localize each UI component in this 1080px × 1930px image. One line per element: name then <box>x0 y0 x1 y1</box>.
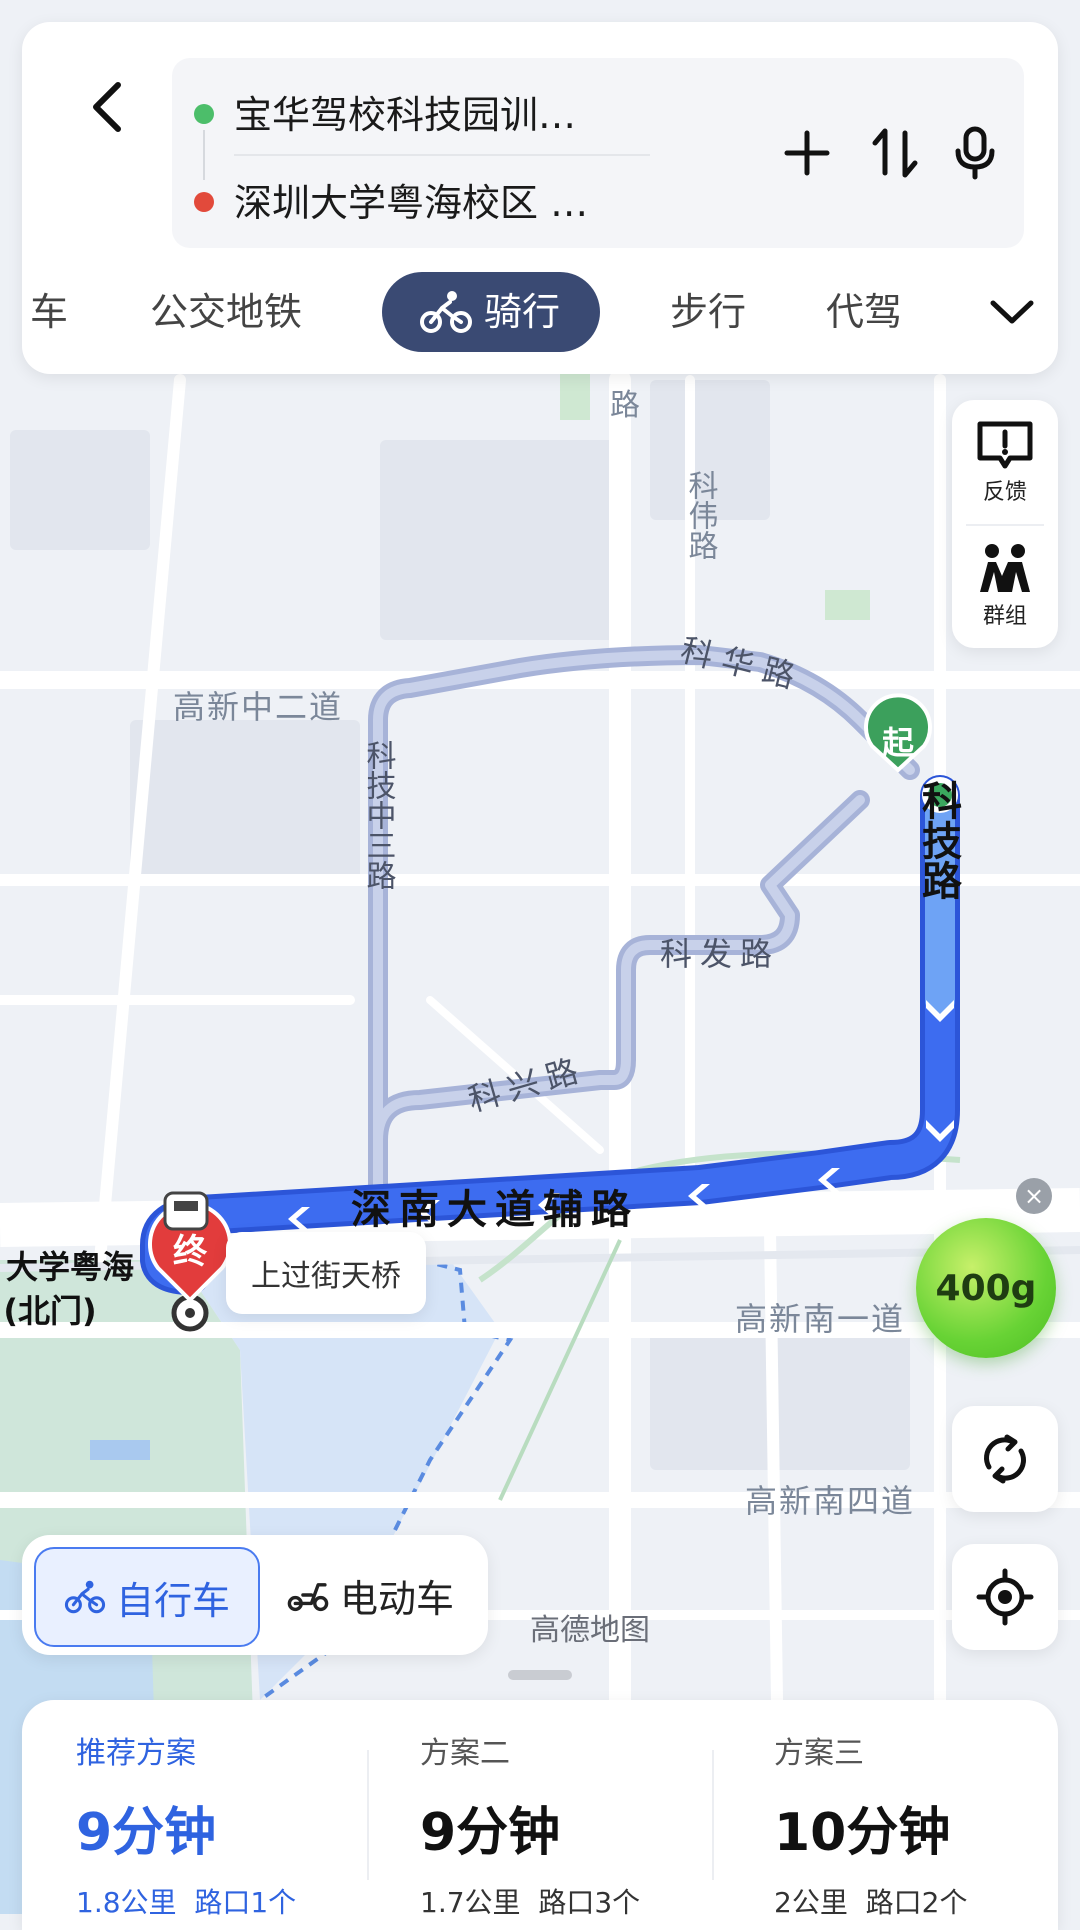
feedback-label: 反馈 <box>982 480 1027 505</box>
group-button[interactable]: 群组 <box>952 524 1058 648</box>
travel-mode-tabs: 车 公交地铁 骑行 步行 代驾 <box>22 272 1058 352</box>
plan-crossings: 路口1个 <box>194 1886 297 1919</box>
tab-walk[interactable]: 步行 <box>670 272 746 352</box>
tip-text: 上过街天桥 <box>251 1259 401 1294</box>
road-label-keweilu: 科伟路 <box>683 470 719 560</box>
end-place-label: 大学粤海 <box>6 1248 134 1286</box>
plan-divider <box>712 1750 714 1880</box>
carbon-close-button[interactable]: × <box>1016 1178 1052 1214</box>
bus-stop-icon <box>163 1191 209 1231</box>
voice-button[interactable] <box>940 118 1010 188</box>
road-label-kejizhongsan: 科技中三路 <box>361 740 397 890</box>
mic-icon <box>955 126 995 180</box>
swap-icon <box>872 128 918 178</box>
ebike-option[interactable]: 电动车 <box>286 1547 454 1643</box>
plan-info: 1.8公里 路口1个 <box>76 1881 406 1921</box>
carbon-value: 400g <box>935 1267 1037 1309</box>
end-place-gate: (北门) <box>3 1292 96 1330</box>
sheet-handle <box>508 1670 572 1680</box>
tab-cycling-label: 骑行 <box>484 290 561 334</box>
refresh-icon <box>984 1434 1026 1484</box>
end-dot <box>194 192 214 212</box>
road-label-gaoxinnansi: 高新南四道 <box>745 1482 915 1520</box>
bike-icon <box>420 291 472 333</box>
route-input-box: 宝华驾校科技园训… 深圳大学粤海校区 … <box>172 58 1024 248</box>
road-label-gaoxinnanyi: 高新南一道 <box>735 1300 905 1338</box>
route-plans-panel: 推荐方案 9分钟 1.8公里 路口1个 方案二 9分钟 1.7公里 路口3个 方… <box>22 1700 1058 1930</box>
bike-type-toggle: 自行车 电动车 <box>22 1535 488 1655</box>
bike-icon <box>64 1580 106 1614</box>
plan-info: 2公里 路口2个 <box>774 1881 1080 1921</box>
start-location-field[interactable]: 宝华驾校科技园训… <box>234 84 576 139</box>
feedback-button[interactable]: 反馈 <box>952 400 1058 524</box>
bike-option-label: 自行车 <box>115 1578 230 1623</box>
bike-option[interactable]: 自行车 <box>34 1547 260 1647</box>
plan-distance: 1.8公里 <box>76 1886 177 1919</box>
road-label-shennan: 深南大道辅路 <box>351 1187 639 1233</box>
plan-time: 10分钟 <box>774 1803 951 1863</box>
start-dot <box>194 104 214 124</box>
back-button[interactable] <box>62 62 152 152</box>
dot-connector <box>203 130 205 180</box>
amap-watermark: 高德地图 <box>530 1613 650 1648</box>
tab-cycling[interactable]: 骑行 <box>382 272 601 352</box>
svg-text:终: 终 <box>173 1232 208 1272</box>
plan-distance: 2公里 <box>774 1886 848 1919</box>
plan-card-2[interactable]: 方案二 9分钟 1.7公里 路口3个 <box>420 1728 750 1921</box>
back-icon <box>93 82 121 132</box>
field-divider <box>234 154 650 156</box>
ebike-option-label: 电动车 <box>340 1576 455 1621</box>
road-label-lu: 路 <box>610 388 640 423</box>
plan-crossings: 路口3个 <box>538 1886 641 1919</box>
locate-icon <box>976 1568 1034 1626</box>
plan-card-3[interactable]: 方案三 10分钟 2公里 路口2个 <box>774 1728 1080 1921</box>
refresh-route-button[interactable] <box>952 1406 1058 1512</box>
plan-info: 1.7公里 路口3个 <box>420 1881 750 1921</box>
group-label: 群组 <box>982 604 1027 629</box>
chevron-down-icon <box>990 300 1034 324</box>
plan-title: 方案三 <box>774 1736 864 1771</box>
end-location-field[interactable]: 深圳大学粤海校区 … <box>234 172 588 227</box>
plan-divider <box>367 1750 369 1880</box>
plan-crossings: 路口2个 <box>865 1886 968 1919</box>
scooter-icon <box>287 1583 329 1612</box>
plan-title: 方案二 <box>420 1736 510 1771</box>
tab-transit[interactable]: 公交地铁 <box>150 272 302 352</box>
road-label-kejilu: 科技路 <box>915 780 962 900</box>
group-icon <box>980 544 1030 592</box>
tab-designated-driver[interactable]: 代驾 <box>826 272 902 352</box>
locate-me-button[interactable] <box>952 1544 1058 1650</box>
swap-button[interactable] <box>860 118 930 188</box>
tip-bubble: 上过街天桥 <box>226 1232 426 1314</box>
plan-title: 推荐方案 <box>76 1736 196 1771</box>
side-panel: 反馈 群组 <box>952 400 1058 648</box>
tab-drive[interactable]: 车 <box>30 272 68 352</box>
road-label-kefalu: 科发路 <box>660 935 780 973</box>
feedback-icon <box>977 421 1033 469</box>
route-header: 宝华驾校科技园训… 深圳大学粤海校区 … 车 公交地铁 骑行 步行 代驾 <box>22 22 1058 374</box>
plan-time: 9分钟 <box>76 1803 217 1863</box>
carbon-saving-badge[interactable]: 400g <box>916 1218 1056 1358</box>
add-icon <box>784 130 830 176</box>
road-label-gaoxinzhonger: 高新中二道 <box>173 688 343 726</box>
more-modes-button[interactable] <box>982 272 1042 352</box>
plan-card-recommended[interactable]: 推荐方案 9分钟 1.8公里 路口1个 <box>76 1728 406 1921</box>
plan-distance: 1.7公里 <box>420 1886 521 1919</box>
add-waypoint-button[interactable] <box>772 118 842 188</box>
plan-time: 9分钟 <box>420 1803 561 1863</box>
svg-text:起: 起 <box>882 724 915 762</box>
